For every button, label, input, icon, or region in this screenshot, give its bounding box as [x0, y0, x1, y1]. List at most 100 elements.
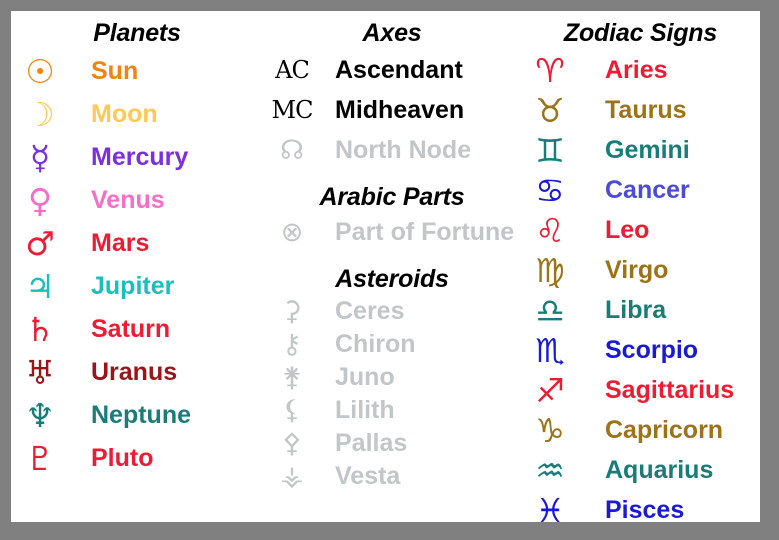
asteroids-list: ⚳ Ceres ⚷ Chiron ⚵ Juno ⚸ Lilith ⚴ Pallas ⚶ Vesta	[263, 295, 521, 493]
legend-row[interactable]: ♋ Cancer	[521, 170, 760, 210]
sagittarius-symbol-icon: ♐	[535, 370, 565, 410]
legend-row[interactable]: ⚸ Lilith	[263, 394, 521, 427]
legend-label: Leo	[605, 215, 650, 244]
legend-label: Scorpio	[605, 335, 699, 364]
legend-label: Neptune	[91, 401, 191, 429]
zodiac-column: Zodiac Signs ♈ Aries ♉ Taurus ♊ Gemini ♋ Cancer…	[521, 11, 760, 527]
axes-list: AC Ascendant MC Midheaven ☊ North Node	[263, 50, 521, 170]
legend-row[interactable]: ♉ Taurus	[521, 90, 760, 130]
legend-label: Uranus	[91, 358, 178, 386]
vesta-symbol-icon: ⚶	[280, 461, 304, 492]
legend-row[interactable]: ♊ Gemini	[521, 130, 760, 170]
sun-symbol-icon: ☉	[25, 52, 55, 91]
pluto-symbol-icon: ♇	[25, 439, 55, 478]
legend-row[interactable]: ♀ Venus	[11, 179, 263, 222]
legend-row[interactable]: ♐ Sagittarius	[521, 370, 760, 410]
legend-label: Lilith	[335, 396, 395, 424]
legend-row[interactable]: ♇ Pluto	[11, 437, 263, 480]
legend-row[interactable]: MC Midheaven	[263, 90, 521, 130]
legend-label: Capricorn	[605, 415, 724, 444]
gemini-symbol-icon: ♊	[535, 130, 565, 170]
ascendant-abbrev-icon: AC	[275, 56, 310, 84]
saturn-symbol-icon: ♄	[25, 310, 55, 349]
jupiter-symbol-icon: ♃	[25, 267, 55, 306]
moon-symbol-icon: ☽	[25, 95, 55, 134]
legend-row[interactable]: ♅ Uranus	[11, 351, 263, 394]
legend-row[interactable]: ☿ Mercury	[11, 136, 263, 179]
legend-label: Mars	[91, 229, 150, 257]
taurus-symbol-icon: ♉	[535, 90, 565, 130]
legend-label: Pallas	[335, 429, 408, 457]
astrology-legend-panel: Planets ☉ Sun ☽ Moon ☿ Mercury ♀ Venus ♂ Mars ♃ Jup…	[11, 11, 760, 527]
legend-row[interactable]: ⚶ Vesta	[263, 460, 521, 493]
zodiac-section-title: Zodiac Signs	[563, 19, 718, 47]
legend-label: Taurus	[605, 95, 687, 124]
libra-symbol-icon: ♎	[535, 290, 565, 330]
legend-row[interactable]: ♈ Aries	[521, 50, 760, 90]
legend-row[interactable]: ♓ Pisces	[521, 490, 760, 530]
legend-label: Pisces	[605, 495, 685, 524]
legend-label: Saturn	[91, 315, 171, 343]
legend-row[interactable]: ☊ North Node	[263, 130, 521, 170]
legend-label: Aries	[605, 55, 668, 84]
legend-label: Juno	[335, 363, 395, 391]
legend-label: Vesta	[335, 462, 401, 490]
legend-row[interactable]: ♎ Libra	[521, 290, 760, 330]
neptune-symbol-icon: ♆	[25, 396, 55, 435]
legend-columns: Planets ☉ Sun ☽ Moon ☿ Mercury ♀ Venus ♂ Mars ♃ Jup…	[11, 11, 760, 527]
pisces-symbol-icon: ♓	[535, 490, 565, 530]
leo-symbol-icon: ♌	[535, 210, 565, 250]
legend-row[interactable]: ♍ Virgo	[521, 250, 760, 290]
mercury-symbol-icon: ☿	[29, 138, 51, 177]
aquarius-symbol-icon: ♒	[535, 450, 565, 490]
chiron-symbol-icon: ⚷	[282, 329, 302, 360]
legend-label: Midheaven	[335, 95, 465, 124]
legend-row[interactable]: ♆ Neptune	[11, 394, 263, 437]
legend-row[interactable]: ☽ Moon	[11, 93, 263, 136]
arabic-parts-list: ⊗ Part of Fortune	[263, 212, 521, 252]
legend-row[interactable]: ♑ Capricorn	[521, 410, 760, 450]
arabic-parts-section-title: Arabic Parts	[319, 183, 465, 211]
legend-label: Part of Fortune	[335, 217, 515, 246]
legend-label: Moon	[91, 100, 158, 128]
planets-list: ☉ Sun ☽ Moon ☿ Mercury ♀ Venus ♂ Mars ♃ Jupiter ♄ Sat…	[11, 50, 263, 480]
venus-symbol-icon: ♀	[27, 181, 53, 220]
legend-row[interactable]: ♏ Scorpio	[521, 330, 760, 370]
uranus-symbol-icon: ♅	[25, 353, 55, 392]
legend-label: Ascendant	[335, 55, 463, 84]
cancer-symbol-icon: ♋	[535, 170, 565, 210]
legend-row[interactable]: ⊗ Part of Fortune	[263, 212, 521, 252]
legend-label: Virgo	[605, 255, 669, 284]
part-of-fortune-symbol-icon: ⊗	[280, 216, 304, 248]
legend-row[interactable]: ⚷ Chiron	[263, 328, 521, 361]
legend-label: Sun	[91, 57, 139, 85]
midheaven-abbrev-icon: MC	[271, 96, 314, 124]
capricorn-symbol-icon: ♑	[535, 410, 565, 450]
legend-row[interactable]: AC Ascendant	[263, 50, 521, 90]
pallas-symbol-icon: ⚴	[282, 428, 302, 459]
legend-row[interactable]: ⚵ Juno	[263, 361, 521, 394]
legend-row[interactable]: ☉ Sun	[11, 50, 263, 93]
legend-label: Ceres	[335, 297, 405, 325]
legend-row[interactable]: ♄ Saturn	[11, 308, 263, 351]
scorpio-symbol-icon: ♏	[535, 330, 565, 370]
virgo-symbol-icon: ♍	[535, 250, 565, 290]
legend-row[interactable]: ♌ Leo	[521, 210, 760, 250]
legend-label: North Node	[335, 135, 472, 164]
juno-symbol-icon: ⚵	[282, 362, 302, 393]
legend-row[interactable]: ♃ Jupiter	[11, 265, 263, 308]
legend-row[interactable]: ⚴ Pallas	[263, 427, 521, 460]
north-node-symbol-icon: ☊	[280, 134, 304, 166]
legend-label: Mercury	[91, 143, 189, 171]
legend-label: Aquarius	[605, 455, 714, 484]
legend-label: Gemini	[605, 135, 690, 164]
legend-row[interactable]: ♂ Mars	[11, 222, 263, 265]
legend-label: Libra	[605, 295, 667, 324]
legend-label: Chiron	[335, 330, 416, 358]
legend-label: Jupiter	[91, 272, 175, 300]
planets-section-title: Planets	[93, 19, 181, 47]
legend-row[interactable]: ⚳ Ceres	[263, 295, 521, 328]
legend-label: Pluto	[91, 444, 154, 472]
legend-row[interactable]: ♒ Aquarius	[521, 450, 760, 490]
asteroids-section-title: Asteroids	[335, 265, 449, 293]
